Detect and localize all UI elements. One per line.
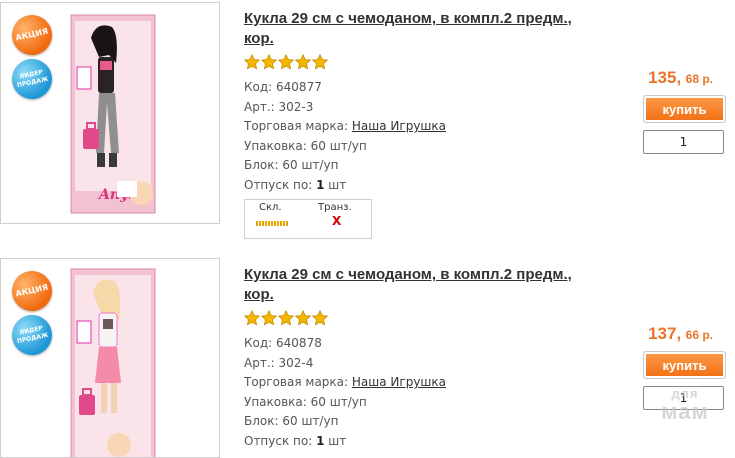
product-block: Блок: 60 шт/уп <box>244 156 574 176</box>
code-value: 640877 <box>276 80 322 94</box>
star-icon <box>244 54 260 70</box>
quantity-input[interactable]: 1 <box>643 130 724 154</box>
star-icon <box>312 54 328 70</box>
product-brand: Торговая марка: Наша Игрушка <box>244 373 574 393</box>
product-article: Арт.: 302-3 <box>244 98 574 118</box>
stock-availability: Скл. Транз. X <box>244 199 372 239</box>
product-code: Код: 640878 <box>244 334 574 354</box>
product-release: Отпуск по: 1 шт <box>244 432 574 452</box>
star-icon <box>295 54 311 70</box>
article-label: Арт.: <box>244 355 275 370</box>
release-unit: шт <box>328 177 347 192</box>
block-value: 60 шт/уп <box>282 158 339 172</box>
product-pack: Упаковка: 60 шт/уп <box>244 137 574 157</box>
release-qty: 1 <box>316 433 325 448</box>
warehouse-label: Скл. <box>259 202 282 213</box>
price-rubles: 137, <box>648 324 682 343</box>
star-icon <box>312 310 328 326</box>
block-label: Блок: <box>244 414 279 428</box>
warehouse-stock-bar <box>256 221 289 226</box>
watermark-line2: мам <box>661 399 709 424</box>
price-rubles: 135, <box>648 68 682 87</box>
release-label: Отпуск по: <box>244 177 313 192</box>
buy-button[interactable]: купить <box>643 351 726 379</box>
star-icon <box>261 310 277 326</box>
block-label: Блок: <box>244 158 279 172</box>
price-kopecks: 66 р. <box>685 328 713 342</box>
product-photo[interactable]: Anya АКЦИЯ ЛИДЕР ПРОДАЖ <box>0 2 220 224</box>
product-article: Арт.: 302-4 <box>244 354 574 374</box>
product-code: Код: 640877 <box>244 78 574 98</box>
product-price: 135, 68 р. <box>593 68 713 88</box>
pack-label: Упаковка: <box>244 138 307 153</box>
product-title-link[interactable]: Кукла 29 см с чемоданом, в компл.2 предм… <box>244 9 574 49</box>
transit-label: Транз. <box>318 202 352 213</box>
brand-link[interactable]: Наша Игрушка <box>352 119 446 133</box>
rating-stars <box>244 310 574 330</box>
pack-value: 60 шт/уп <box>310 138 367 153</box>
brand-label: Торговая марка: <box>244 119 349 133</box>
code-value: 640878 <box>276 336 322 350</box>
release-unit: шт <box>328 433 347 448</box>
star-icon <box>278 310 294 326</box>
star-icon <box>278 54 294 70</box>
article-value: 302-3 <box>278 99 314 114</box>
star-icon <box>295 310 311 326</box>
rating-stars <box>244 54 574 74</box>
product-brand: Торговая марка: Наша Игрушка <box>244 117 574 137</box>
star-icon <box>244 310 260 326</box>
article-label: Арт.: <box>244 99 275 114</box>
block-value: 60 шт/уп <box>282 414 339 428</box>
product-photo[interactable]: АКЦИЯ ЛИДЕР ПРОДАЖ <box>0 258 220 458</box>
product-release: Отпуск по: 1 шт <box>244 176 574 196</box>
buy-button[interactable]: купить <box>643 95 726 123</box>
product-info: Кукла 29 см с чемоданом, в компл.2 предм… <box>244 2 574 239</box>
product-title-link[interactable]: Кукла 29 см с чемоданом, в компл.2 предм… <box>244 265 574 305</box>
product-block: Блок: 60 шт/уп <box>244 412 574 432</box>
code-label: Код: <box>244 336 273 350</box>
product-pack: Упаковка: 60 шт/уп <box>244 393 574 413</box>
release-qty: 1 <box>316 177 325 192</box>
watermark-logo: для мам <box>645 387 725 424</box>
product-info: Кукла 29 см с чемоданом, в компл.2 предм… <box>244 258 574 451</box>
pack-value: 60 шт/уп <box>310 394 367 409</box>
article-value: 302-4 <box>278 355 314 370</box>
transit-unavailable-icon: X <box>332 214 342 228</box>
price-kopecks: 68 р. <box>685 72 713 86</box>
brand-label: Торговая марка: <box>244 375 349 389</box>
code-label: Код: <box>244 80 273 94</box>
release-label: Отпуск по: <box>244 433 313 448</box>
brand-link[interactable]: Наша Игрушка <box>352 375 446 389</box>
product-price: 137, 66 р. <box>593 324 713 344</box>
star-icon <box>261 54 277 70</box>
pack-label: Упаковка: <box>244 394 307 409</box>
